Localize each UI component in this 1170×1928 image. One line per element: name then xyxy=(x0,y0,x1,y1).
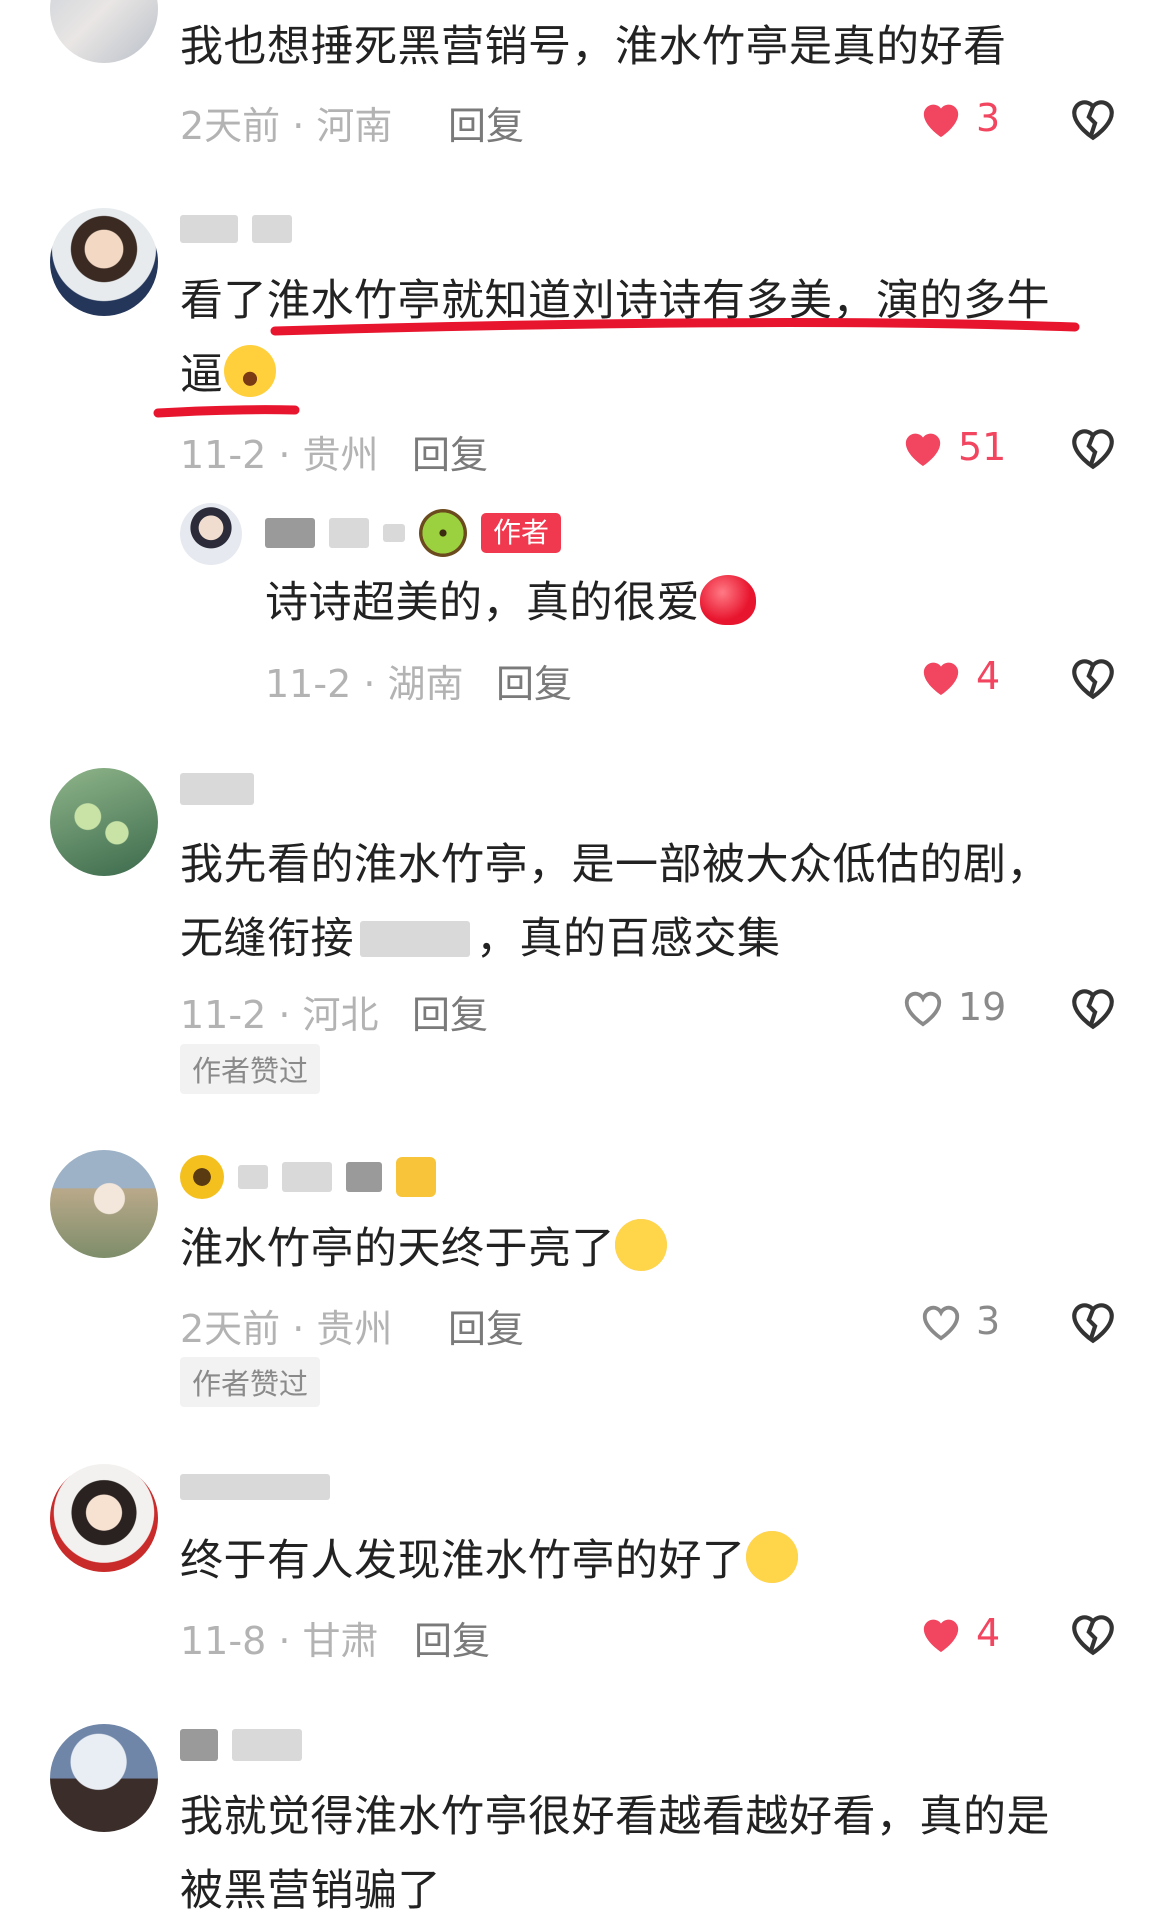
reply-button[interactable]: 回复 xyxy=(496,653,572,708)
heart-filled-icon xyxy=(923,1619,959,1653)
like-count: 51 xyxy=(958,425,1007,469)
broken-heart-icon[interactable] xyxy=(1068,423,1118,473)
comment-text: 诗诗超美的，真的很爱 xyxy=(265,566,756,640)
avatar[interactable] xyxy=(50,768,158,876)
username-blurred[interactable] xyxy=(180,1155,436,1199)
comment-meta: 11-8 · 甘肃 xyxy=(180,1619,379,1663)
comment-text: 我先看的淮水竹亭，是一部被大众低估的剧， 无缝衔接 ，真的百感交集 xyxy=(180,828,1110,976)
reply-button[interactable]: 回复 xyxy=(448,95,524,150)
broken-heart-icon[interactable] xyxy=(1068,983,1118,1033)
username-blurred[interactable] xyxy=(180,772,254,806)
avatar[interactable] xyxy=(50,1724,158,1832)
username-blurred[interactable]: 作者 xyxy=(265,509,562,557)
thinking-emoji xyxy=(615,1219,667,1271)
like-button[interactable]: 4 xyxy=(918,1611,1000,1655)
avatar[interactable] xyxy=(180,503,242,565)
comment-text: 淮水竹亭的天终于亮了 xyxy=(180,1224,615,1274)
reply-button[interactable]: 回复 xyxy=(448,1298,524,1353)
like-count: 3 xyxy=(976,96,1001,140)
comment-text: 终于有人发现淮水竹亭的好了 xyxy=(180,1536,746,1586)
wink-kiss-emoji xyxy=(745,1531,798,1583)
avatar[interactable] xyxy=(50,1150,158,1258)
like-button[interactable]: 19 xyxy=(900,985,1006,1029)
heart-filled-icon xyxy=(923,104,959,138)
reply-button[interactable]: 回复 xyxy=(412,984,488,1039)
author-liked-tag: 作者赞过 xyxy=(180,1357,321,1407)
comment-meta: 2天前 · 河南 xyxy=(180,104,393,148)
username-blurred[interactable] xyxy=(180,1728,302,1762)
heart-outline-icon xyxy=(904,991,942,1027)
comment-text: 淮水竹亭的天终于亮了 xyxy=(180,1212,667,1286)
sun-behind-cloud-emoji xyxy=(396,1157,436,1197)
username-blurred[interactable] xyxy=(180,212,292,246)
like-count: 19 xyxy=(958,985,1007,1029)
like-count: 3 xyxy=(976,1299,1001,1343)
author-liked-tag: 作者赞过 xyxy=(180,1044,321,1094)
comment-text: 我就觉得淮水竹亭很好看越看越好看，真的是 被黑营销骗了 xyxy=(180,1780,1110,1928)
kiwi-emoji xyxy=(419,509,467,557)
like-button[interactable]: 51 xyxy=(900,425,1006,469)
heart-filled-icon xyxy=(905,433,941,467)
comment-text: 诗诗超美的，真的很爱 xyxy=(265,578,700,628)
like-count: 4 xyxy=(976,1611,1001,1655)
blurred-text xyxy=(360,921,470,957)
comment-text: 我也想捶死黑营销号，淮水竹亭是真的好看 xyxy=(180,22,1007,72)
broken-heart-icon[interactable] xyxy=(1068,1609,1118,1659)
comment-text-line1: 我就觉得淮水竹亭很好看越看越好看，真的是 xyxy=(180,1792,1050,1842)
broken-heart-icon[interactable] xyxy=(1068,653,1118,703)
like-button[interactable]: 4 xyxy=(918,654,1000,698)
heart-outline-icon xyxy=(922,1305,960,1341)
avatar[interactable] xyxy=(50,1464,158,1572)
avatar[interactable] xyxy=(50,208,158,316)
comment-text-line1: 我先看的淮水竹亭，是一部被大众低估的剧， xyxy=(180,840,1050,890)
reply-button[interactable]: 回复 xyxy=(414,1610,490,1665)
comment-meta: 11-2 · 河北 xyxy=(180,993,379,1037)
comment-text-line2: 被黑营销骗了 xyxy=(180,1866,441,1916)
comment-meta: 11-2 · 贵州 xyxy=(180,433,379,477)
comment-text: 终于有人发现淮水竹亭的好了 xyxy=(180,1524,798,1598)
heart-filled-icon xyxy=(923,662,959,696)
comment-meta: 11-2 · 湖南 xyxy=(265,662,464,706)
author-badge: 作者 xyxy=(481,513,562,553)
red-underline-annotation xyxy=(153,318,1080,418)
like-count: 4 xyxy=(976,654,1001,698)
like-button[interactable]: 3 xyxy=(918,1299,1000,1343)
red-heart-emoji xyxy=(700,575,756,625)
comment-text-line2b: ，真的百感交集 xyxy=(476,914,781,964)
broken-heart-icon[interactable] xyxy=(1068,1297,1118,1347)
avatar[interactable] xyxy=(50,0,158,63)
broken-heart-icon[interactable] xyxy=(1068,94,1118,144)
username-blurred[interactable] xyxy=(180,1470,330,1504)
sunflower-emoji xyxy=(180,1155,224,1199)
reply-button[interactable]: 回复 xyxy=(412,424,488,479)
comment-meta: 2天前 · 贵州 xyxy=(180,1307,393,1351)
comment-text-line2a: 无缝衔接 xyxy=(180,914,354,964)
like-button[interactable]: 3 xyxy=(918,96,1000,140)
